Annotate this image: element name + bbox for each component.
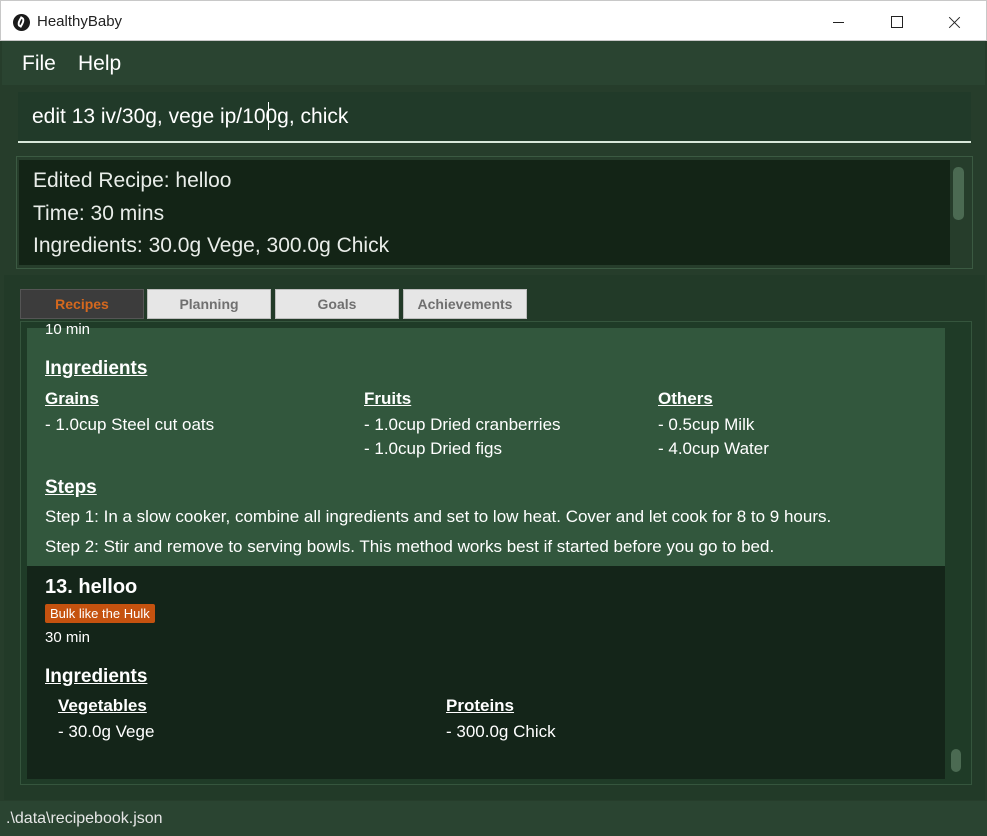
- tab-achievements[interactable]: Achievements: [403, 289, 527, 319]
- text-caret: [268, 102, 269, 130]
- ingredient-item: - 1.0cup Dried figs: [364, 439, 502, 458]
- recipe-card[interactable]: 13. helloo Bulk like the Hulk 30 min Ing…: [27, 566, 945, 779]
- ingredients-heading: Ingredients: [45, 666, 148, 687]
- recipe-list[interactable]: 10 min Ingredients Grains - 1.0cup Steel…: [20, 321, 972, 785]
- recipe-time: 30 min: [45, 629, 91, 646]
- tab-pane: Recipes Planning Goals Achievements 10 m…: [4, 275, 985, 800]
- step-text: Step 2: Stir and remove to serving bowls…: [45, 537, 775, 556]
- result-display-frame: Edited Recipe: helloo Time: 30 mins Ingr…: [16, 156, 973, 269]
- list-scrollbar-thumb[interactable]: [951, 749, 961, 772]
- result-display: Edited Recipe: helloo Time: 30 mins Ingr…: [19, 160, 950, 265]
- menu-help[interactable]: Help: [78, 52, 121, 76]
- ingredient-category: Others: [658, 389, 713, 408]
- title-bar: HealthyBaby: [0, 0, 987, 41]
- ingredient-category: Grains: [45, 389, 99, 408]
- ingredient-item: - 1.0cup Dried cranberries: [364, 415, 561, 434]
- ingredient-item: - 1.0cup Steel cut oats: [45, 415, 215, 434]
- ingredient-item: - 300.0g Chick: [446, 722, 556, 741]
- ingredient-category: Fruits: [364, 389, 412, 408]
- result-scrollbar-thumb[interactable]: [953, 167, 964, 220]
- tab-planning[interactable]: Planning: [147, 289, 271, 319]
- app-leaf-icon: [13, 14, 30, 31]
- tab-goals[interactable]: Goals: [275, 289, 399, 319]
- recipe-time: 10 min: [45, 321, 91, 338]
- ingredient-category: Proteins: [446, 696, 515, 715]
- steps-heading: Steps: [45, 477, 97, 498]
- tab-recipes[interactable]: Recipes: [20, 289, 144, 319]
- ingredients-heading: Ingredients: [45, 358, 148, 379]
- recipe-tag-badge: Bulk like the Hulk: [45, 604, 155, 623]
- menu-file[interactable]: File: [22, 52, 56, 76]
- main-panel: edit 13 iv/30g, vege ip/100g, chick Edit…: [2, 85, 985, 801]
- result-line: Time: 30 mins: [33, 202, 165, 225]
- close-icon[interactable]: [931, 1, 977, 41]
- step-text: Step 1: In a slow cooker, combine all in…: [45, 507, 832, 526]
- minimize-icon[interactable]: [816, 1, 862, 41]
- ingredient-item: - 0.5cup Milk: [658, 415, 755, 434]
- window-title: HealthyBaby: [37, 13, 123, 30]
- ingredient-category: Vegetables: [58, 696, 147, 715]
- command-box[interactable]: edit 13 iv/30g, vege ip/100g, chick: [18, 92, 971, 143]
- recipe-card[interactable]: 10 min Ingredients Grains - 1.0cup Steel…: [27, 322, 945, 566]
- ingredient-item: - 4.0cup Water: [658, 439, 769, 458]
- maximize-icon[interactable]: [873, 1, 919, 41]
- save-location-path: .\data\recipebook.json: [6, 810, 163, 827]
- result-line: Edited Recipe: helloo: [33, 169, 232, 192]
- status-bar: .\data\recipebook.json: [0, 801, 987, 836]
- menu-bar: File Help: [2, 41, 985, 85]
- result-line: Ingredients: 30.0g Vege, 300.0g Chick: [33, 234, 390, 257]
- command-input[interactable]: edit 13 iv/30g, vege ip/100g, chick: [32, 105, 348, 129]
- recipe-title: 13. helloo: [45, 576, 138, 598]
- ingredient-item: - 30.0g Vege: [58, 722, 155, 741]
